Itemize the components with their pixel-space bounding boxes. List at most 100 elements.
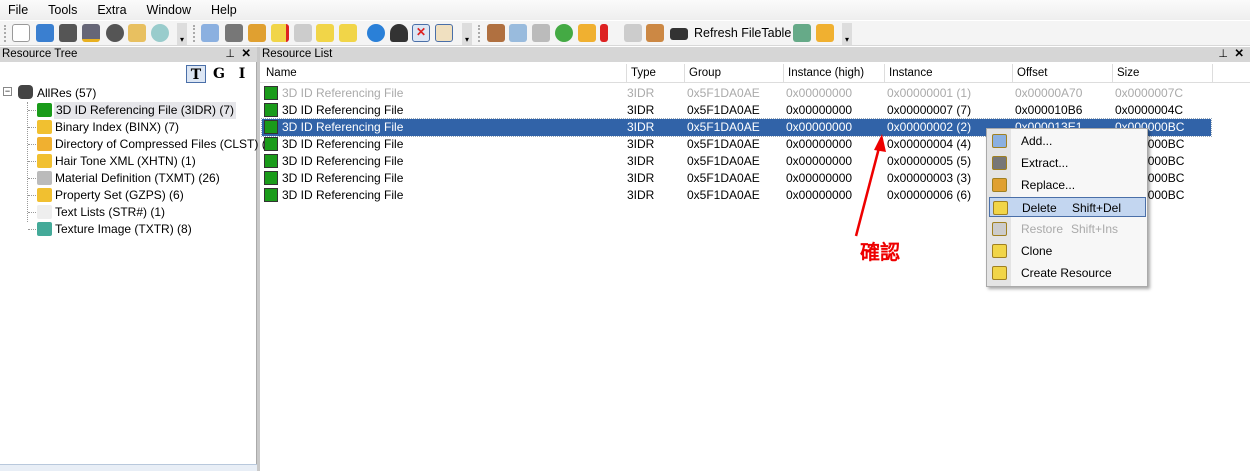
toolbar-overflow[interactable]: ▾ <box>462 23 472 45</box>
pin-tool-icon[interactable]: ✕ <box>412 24 430 42</box>
cell: 0x5F1DA0AE <box>687 171 760 185</box>
table-row[interactable]: 3D ID Referencing File 3IDR 0x5F1DA0AE 0x00… <box>262 102 1211 119</box>
tree-view-type-button[interactable]: T <box>186 65 206 83</box>
menu-item-icon <box>992 178 1007 192</box>
menu-item-icon <box>992 266 1007 280</box>
menu-item-replace[interactable]: Replace... <box>989 175 1146 195</box>
column-header[interactable]: Name <box>262 64 627 83</box>
column-headers: Name Type Group Instance (high) Instance Offs… <box>260 64 1250 83</box>
package-icon <box>18 85 33 99</box>
cell: 0x00000007 (7) <box>887 103 972 117</box>
cell: 0x000010B6 <box>1015 103 1083 117</box>
close-panel-icon[interactable]: ✕ <box>241 47 251 62</box>
tree-item[interactable]: Hair Tone XML (XHTN) (1) <box>55 153 196 170</box>
resource-type-icon <box>37 120 52 134</box>
user-icon[interactable] <box>816 24 834 42</box>
table-row[interactable]: 3D ID Referencing File 3IDR 0x5F1DA0AE 0x00… <box>262 85 1211 102</box>
bar-icon[interactable] <box>600 24 608 42</box>
extract-icon[interactable] <box>225 24 243 42</box>
star-package-icon[interactable] <box>646 24 664 42</box>
cell: 3IDR <box>627 120 655 134</box>
column-header[interactable]: Group <box>685 64 784 83</box>
tree-view-instance-button[interactable]: I <box>232 65 252 83</box>
users-icon[interactable] <box>128 24 146 42</box>
clone-icon[interactable] <box>316 24 334 42</box>
cell: 3D ID Referencing File <box>282 137 404 151</box>
menu-item-restore[interactable]: Restore Shift+Ins <box>989 219 1146 239</box>
cell: 0x5F1DA0AE <box>687 154 760 168</box>
cell: 0x0000007C <box>1115 86 1184 100</box>
cell: 0x5F1DA0AE <box>687 86 760 100</box>
panel-title: Resource Tree <box>2 48 78 60</box>
toolbar-overflow[interactable]: ▾ <box>842 23 852 45</box>
tree-root[interactable]: AllRes (57) <box>37 85 96 102</box>
tree-item[interactable]: 3D ID Referencing File (3IDR) (7) <box>54 102 237 119</box>
open-icon[interactable] <box>36 24 54 42</box>
close-icon[interactable] <box>106 24 124 42</box>
toolbar-grip[interactable] <box>193 25 195 42</box>
group-users-icon[interactable] <box>793 24 811 42</box>
search-icon[interactable] <box>509 24 527 42</box>
toolbar-overflow[interactable]: ▾ <box>177 23 187 45</box>
tree-view-group-button[interactable]: G <box>209 65 229 83</box>
column-header[interactable]: Instance (high) <box>784 64 885 83</box>
column-header[interactable]: Type <box>627 64 685 83</box>
helmet-icon[interactable] <box>390 24 408 42</box>
cancel-icon[interactable] <box>151 24 169 42</box>
tree-item[interactable]: Text Lists (STR#) (1) <box>55 204 165 221</box>
resource-type-icon <box>37 222 52 236</box>
close-panel-icon[interactable]: ✕ <box>1234 47 1244 62</box>
refresh-filetable-button[interactable]: Refresh FileTable <box>694 26 791 40</box>
resource-list-header: Resource List ⊥ ✕ <box>260 47 1250 62</box>
sync-icon[interactable] <box>367 24 385 42</box>
grid-icon[interactable] <box>555 24 573 42</box>
delete-icon[interactable] <box>271 24 289 42</box>
column-header[interactable]: Instance <box>885 64 1013 83</box>
column-header[interactable]: Offset <box>1013 64 1113 83</box>
menu-item-add[interactable]: Add... <box>989 131 1146 151</box>
hat-icon[interactable] <box>578 24 596 42</box>
replace-icon[interactable] <box>248 24 266 42</box>
resource-icon <box>264 188 278 202</box>
eraser-icon[interactable] <box>435 24 453 42</box>
menu-item-extract[interactable]: Extract... <box>989 153 1146 173</box>
cell: 0x5F1DA0AE <box>687 188 760 202</box>
pin-icon[interactable]: ⊥ <box>1218 47 1228 62</box>
menu-extra[interactable]: Extra <box>97 3 126 17</box>
menu-item-clone[interactable]: Clone <box>989 241 1146 261</box>
restore-icon[interactable] <box>294 24 312 42</box>
menu-item-delete[interactable]: Delete Shift+Del <box>989 197 1146 217</box>
tree-item[interactable]: Material Definition (TXMT) (26) <box>55 170 220 187</box>
menu-window[interactable]: Window <box>147 3 191 17</box>
create-resource-icon[interactable] <box>339 24 357 42</box>
column-header[interactable]: Size <box>1113 64 1213 83</box>
add-icon[interactable] <box>201 24 219 42</box>
toolbar-grip[interactable] <box>4 25 6 42</box>
annotation-text: 確認 <box>860 240 900 264</box>
tree-item[interactable]: Binary Index (BINX) (7) <box>55 119 179 136</box>
tools-icon[interactable] <box>624 24 642 42</box>
tree-item[interactable]: Texture Image (TXTR) (8) <box>55 221 192 238</box>
toolbar-grip[interactable] <box>478 25 480 42</box>
save-as-icon[interactable] <box>82 24 100 42</box>
save-icon[interactable] <box>59 24 77 42</box>
pin-icon[interactable]: ⊥ <box>225 47 235 62</box>
menu-tools[interactable]: Tools <box>48 3 77 17</box>
tree-item[interactable]: Directory of Compressed Files (CLST) (1) <box>55 136 276 153</box>
cell: 3D ID Referencing File <box>282 86 404 100</box>
splitter[interactable] <box>257 47 260 471</box>
horizontal-scrollbar[interactable] <box>0 464 257 471</box>
collapse-toggle[interactable]: − <box>3 87 12 96</box>
camera-icon[interactable] <box>670 28 688 40</box>
cell: 3D ID Referencing File <box>282 154 404 168</box>
menu-file[interactable]: File <box>8 3 28 17</box>
annotation-arrow <box>854 134 886 237</box>
menu-help[interactable]: Help <box>211 3 237 17</box>
cell: 3D ID Referencing File <box>282 171 404 185</box>
tree-item[interactable]: Property Set (GZPS) (6) <box>55 187 184 204</box>
menu-item-create-resource[interactable]: Create Resource <box>989 263 1146 283</box>
link-icon[interactable] <box>532 24 550 42</box>
new-icon[interactable] <box>12 24 30 42</box>
cell: 0x5F1DA0AE <box>687 137 760 151</box>
package-icon[interactable] <box>487 24 505 42</box>
